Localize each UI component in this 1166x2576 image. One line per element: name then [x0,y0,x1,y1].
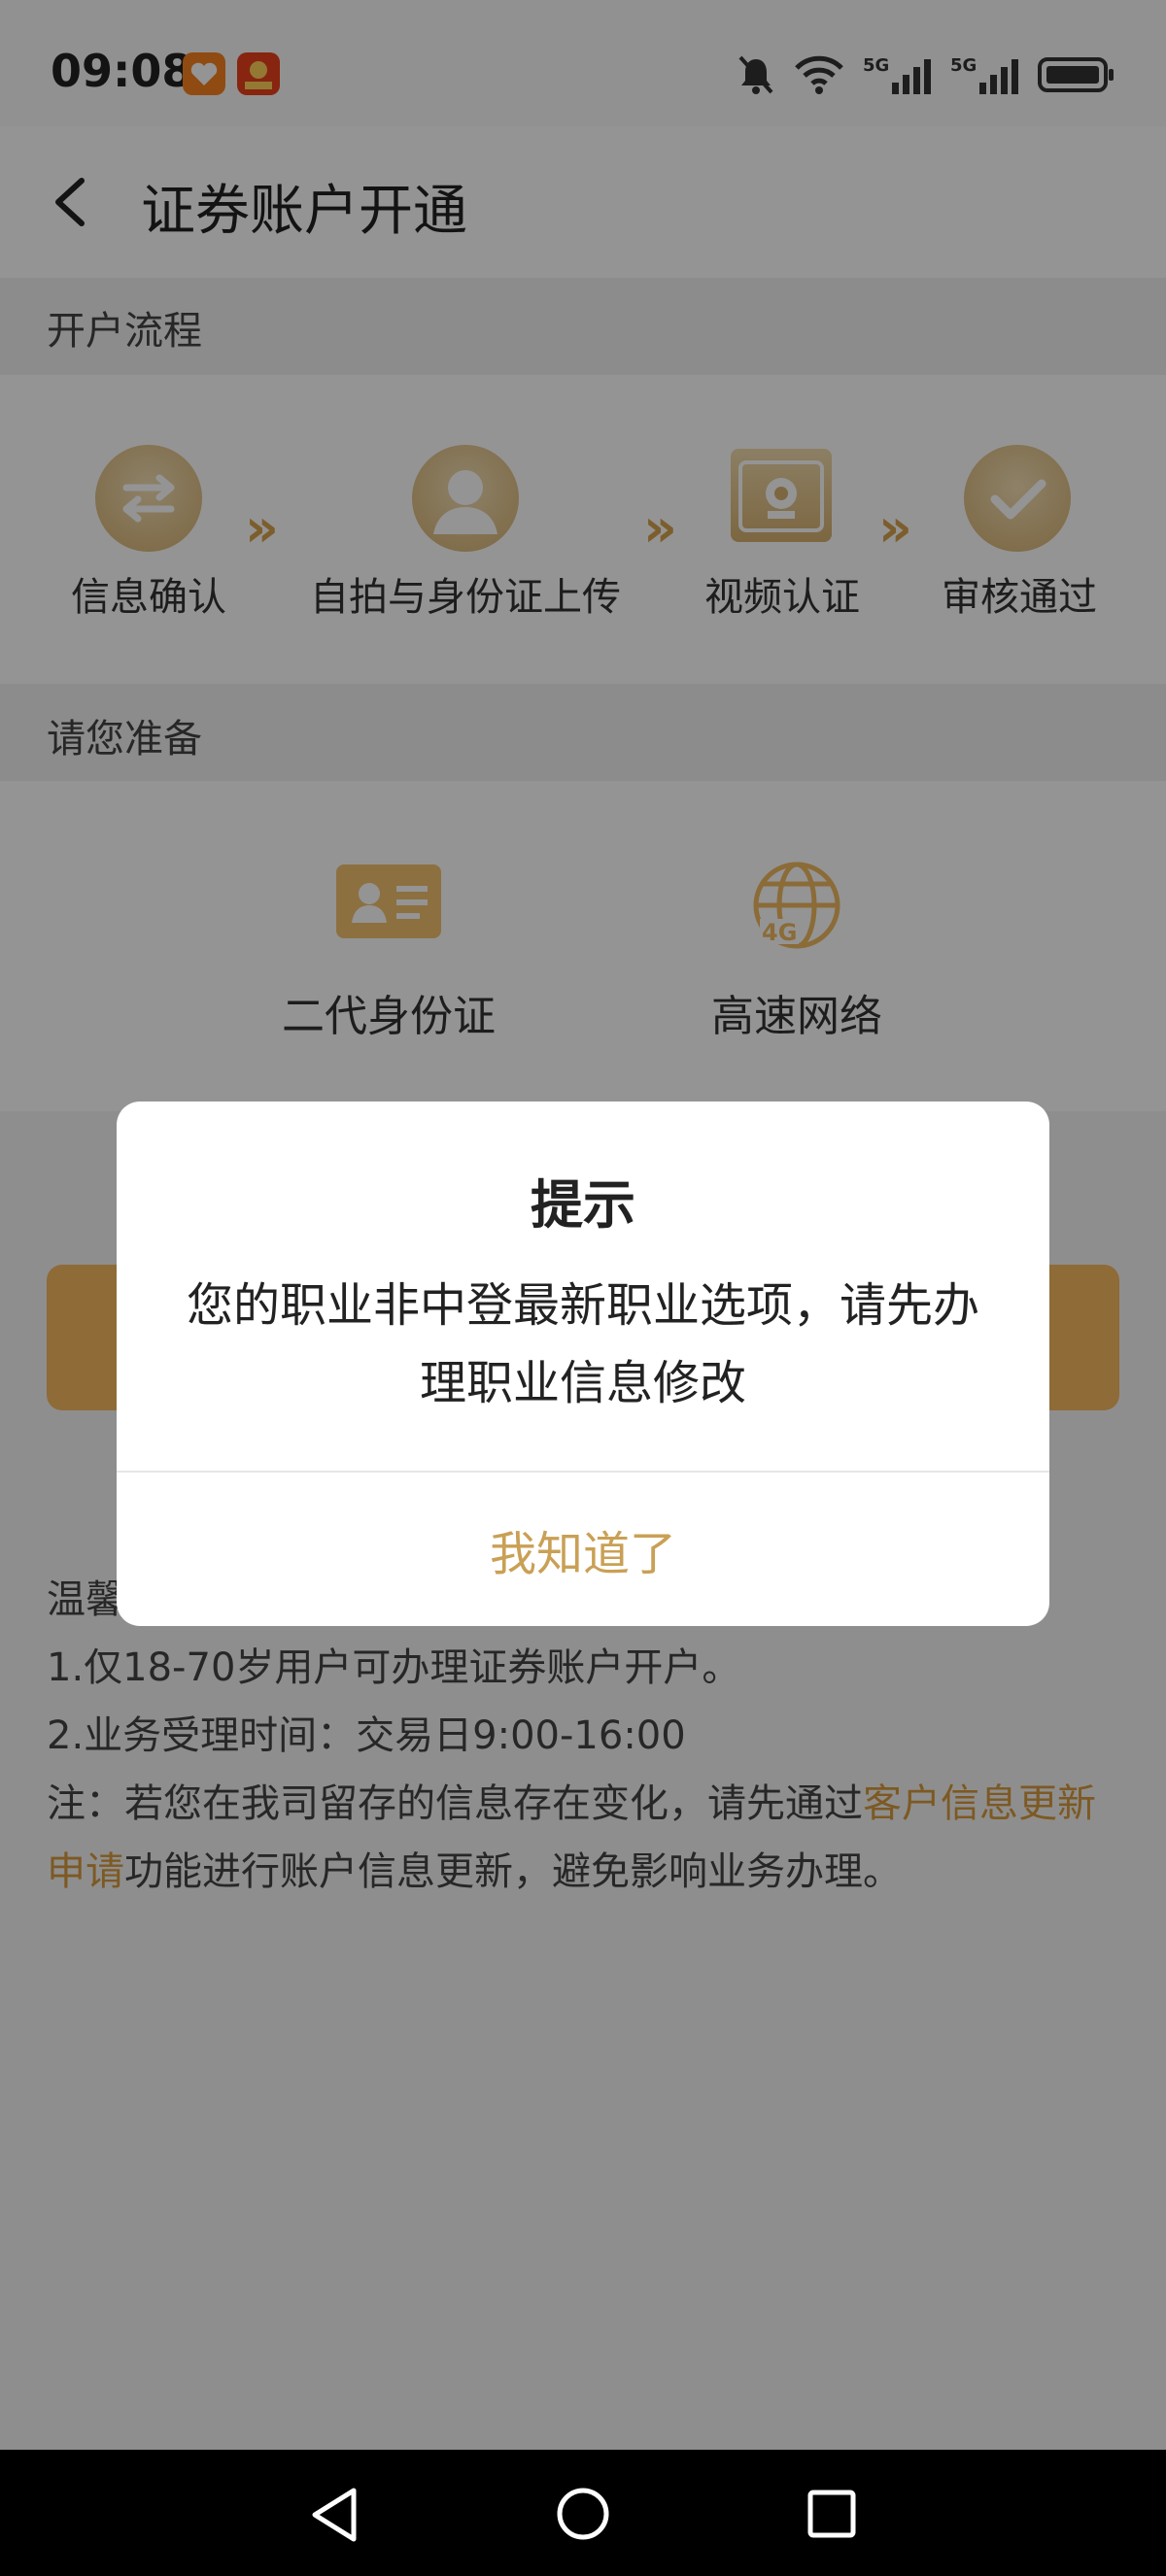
dialog-title: 提示 [531,1174,635,1236]
dialog-confirm-button[interactable]: 我知道了 [117,1473,1049,1626]
dialog-message: 您的职业非中登最新职业选项，请先办理职业信息修改 [186,1278,979,1410]
alert-dialog: 提示 您的职业非中登最新职业选项，请先办理职业信息修改 我知道了 [117,1102,1049,1626]
nav-back-icon[interactable] [309,2487,361,2543]
nav-recents-icon[interactable] [806,2489,857,2539]
nav-home-icon[interactable] [556,2487,610,2541]
system-nav-bar [0,2450,1166,2576]
